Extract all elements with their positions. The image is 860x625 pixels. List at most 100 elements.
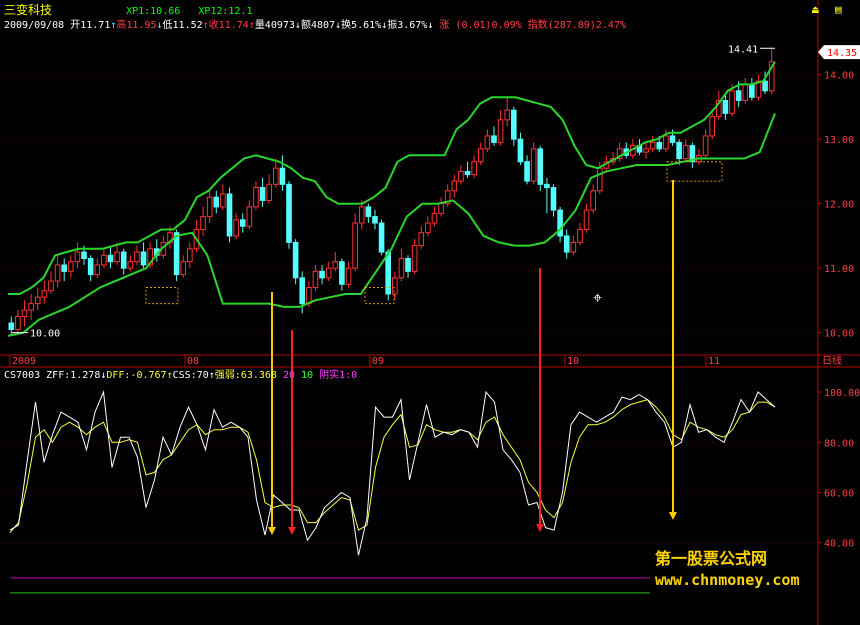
candle-body <box>233 219 239 237</box>
osc-tick-label: 40.00 <box>824 539 854 550</box>
osc-tick-label: 80.00 <box>824 438 854 449</box>
candle-body <box>266 183 272 201</box>
candle-body <box>742 83 749 101</box>
candle-body <box>94 264 101 276</box>
candle-body <box>286 183 292 243</box>
candle-body <box>120 251 127 269</box>
candle-body <box>411 245 418 272</box>
price-tick-label: 14.00 <box>824 71 854 82</box>
candle-body <box>458 170 464 182</box>
candle-body <box>405 257 411 272</box>
candle-body <box>206 196 213 218</box>
indicator-n10: 10 <box>301 370 314 381</box>
candle-body <box>253 187 259 208</box>
candle-body <box>180 261 187 276</box>
candle-body <box>709 116 715 137</box>
candle-body <box>345 267 352 285</box>
candle-body <box>497 119 504 143</box>
candle-body <box>41 290 48 298</box>
candle-body <box>471 161 477 176</box>
candle-body <box>352 222 358 269</box>
candle-body <box>87 257 94 276</box>
price-tick-label: 12.00 <box>824 200 854 211</box>
xp1-label: XP1:10.66 <box>126 6 181 17</box>
candle-body <box>392 277 398 295</box>
low-annotation: 10.00 <box>30 329 60 340</box>
candle-body <box>372 216 378 224</box>
osc-tick-label: 100.00 <box>824 388 860 399</box>
indicator-css: CSS:70 <box>172 370 209 381</box>
candle-body <box>762 80 768 92</box>
candle-body <box>114 251 120 263</box>
candle-body <box>702 135 709 156</box>
candle-body <box>246 206 253 227</box>
candle-body <box>451 180 458 192</box>
candle-body <box>656 141 663 150</box>
candle-body <box>425 222 431 234</box>
candle-body <box>101 254 107 266</box>
candle-body <box>491 135 497 143</box>
candle-body <box>669 135 676 143</box>
candle-body <box>649 141 656 150</box>
lock-icon[interactable]: ⏏ <box>812 3 819 16</box>
quote-close: 收11.74 <box>208 20 249 31</box>
date-tick-label: 2009 <box>12 356 36 367</box>
candle-body <box>431 212 438 224</box>
price-tick-label: 10.00 <box>824 329 854 340</box>
candle-body <box>511 109 517 140</box>
quote-row: 2009/09/08 开11.71↑高11.95↓低11.52↑收11.74↑量… <box>4 20 626 32</box>
candle-body <box>134 251 140 263</box>
indicator-zff: ZFF:1.278 <box>46 370 101 381</box>
candle-body <box>530 148 537 182</box>
candle-body <box>107 254 114 263</box>
candle-body <box>418 232 425 247</box>
candle-body <box>438 203 444 214</box>
candle-body <box>272 167 279 185</box>
candle-body <box>28 303 34 311</box>
candle-body <box>517 138 524 163</box>
candle-body <box>226 193 233 237</box>
stock-name: 三变科技 <box>4 3 53 17</box>
candle-body <box>187 248 193 263</box>
candle-body <box>365 206 372 218</box>
stock-chart: 10.00 11.00 12.00 13.00 14.00 40.00 60.00 80.00… <box>0 0 860 625</box>
candle-body <box>484 135 491 150</box>
date-tick-label: 08 <box>187 356 199 367</box>
quote-turnover: 换5.61% <box>341 20 382 31</box>
candle-body <box>279 167 286 185</box>
quote-date: 2009/09/08 <box>4 20 65 31</box>
candle-body <box>332 261 339 269</box>
candle-body <box>339 261 345 285</box>
crosshair-icon: ⌖ <box>593 288 602 307</box>
candle-body <box>48 280 54 292</box>
candle-body <box>292 241 299 279</box>
candle-body <box>464 170 471 176</box>
candle-body <box>563 235 570 253</box>
menu-icon[interactable]: ▤ <box>835 3 842 16</box>
arrow-down-icon: ↓ <box>427 20 434 31</box>
high-annotation: 14.41 <box>728 44 758 55</box>
candle-body <box>749 83 755 98</box>
candle-body <box>676 141 682 160</box>
candle-body <box>299 277 306 305</box>
xp12-label: XP12:12.1 <box>198 6 253 17</box>
date-tick-label: 10 <box>567 356 579 367</box>
candle-body <box>127 261 134 269</box>
candle-body <box>663 135 669 150</box>
candle-body <box>54 264 61 282</box>
indicator-strength: 强弱:63.368 <box>214 370 277 381</box>
candle-body <box>239 219 246 227</box>
indicator-row: CS7003 ZFF:1.278↓DFF:-0.767↑CSS:70↑强弱:63… <box>4 370 357 382</box>
candle-body <box>140 251 147 266</box>
candle-body <box>504 109 511 121</box>
candle-body <box>550 187 557 211</box>
candle-body <box>398 257 405 279</box>
candle-body <box>200 216 206 230</box>
date-tick-label: 09 <box>372 356 384 367</box>
candle-body <box>735 90 742 101</box>
candle-body <box>15 316 21 330</box>
price-tick-label: 13.00 <box>824 135 854 146</box>
quote-change-value: (0.01)0.09% <box>455 20 522 31</box>
quote-change-label: 涨 <box>439 20 450 31</box>
period-label: 日线 <box>822 354 842 367</box>
